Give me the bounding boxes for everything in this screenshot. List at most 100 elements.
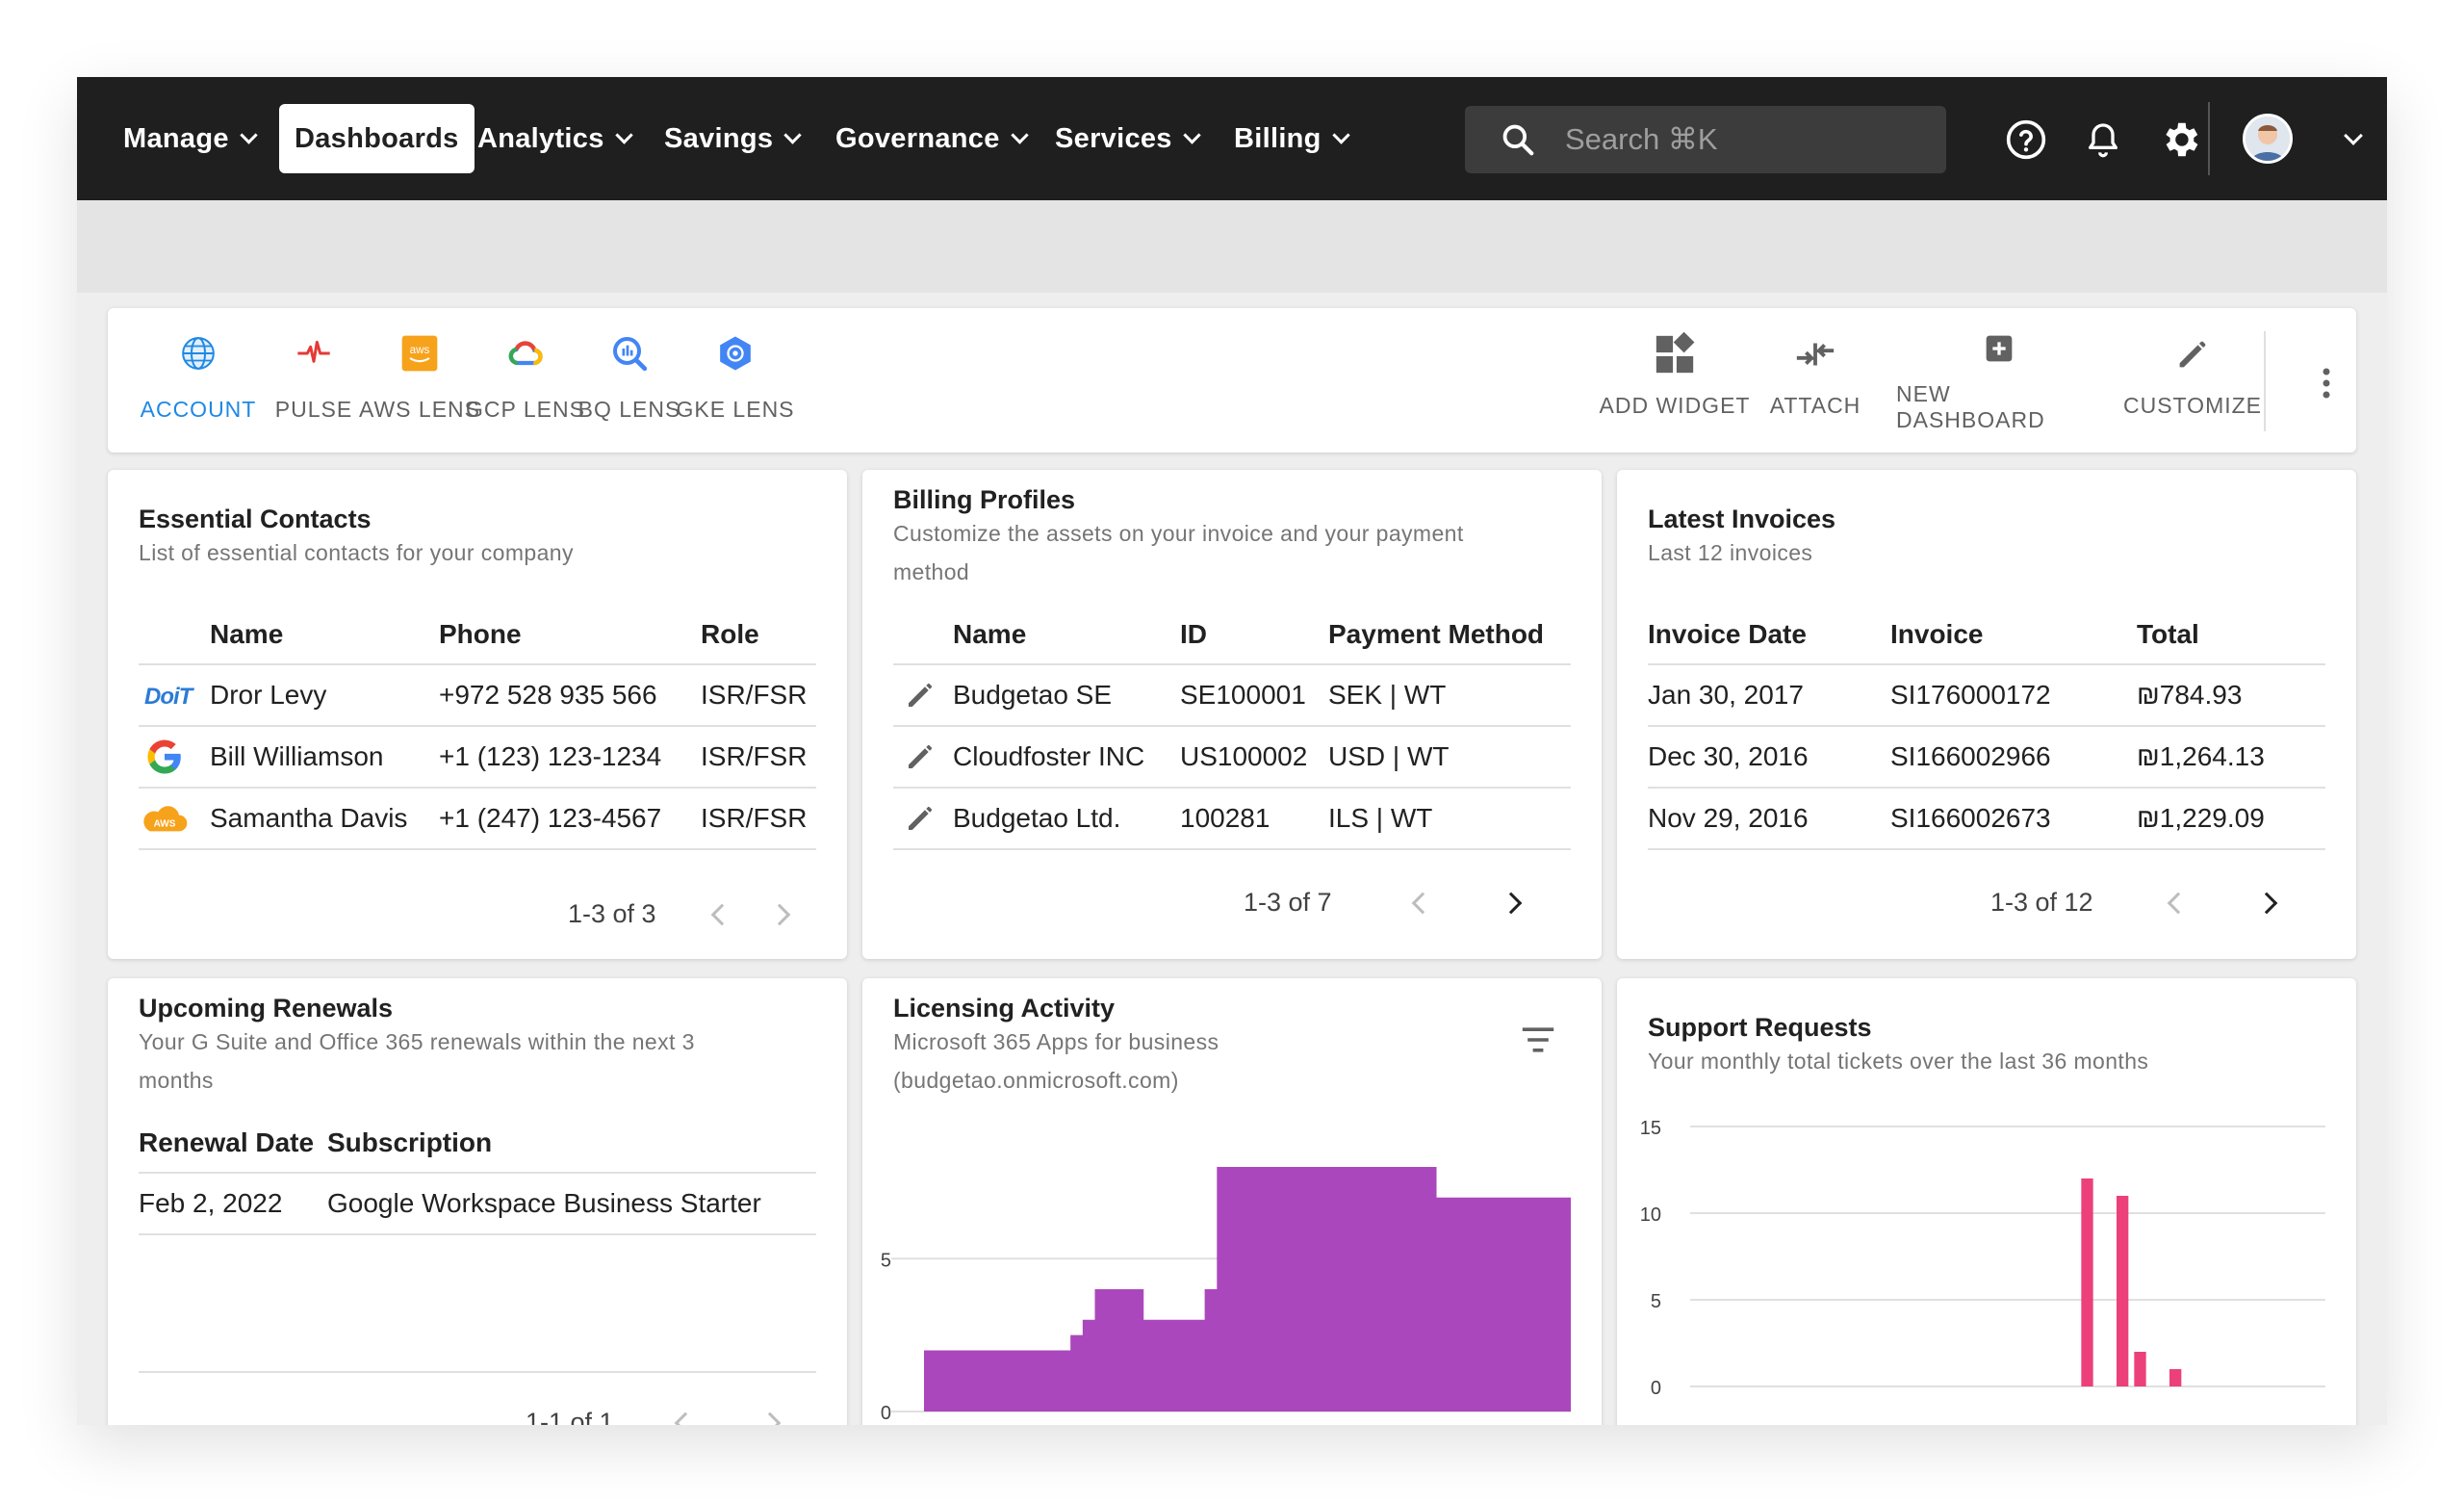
customize-button[interactable]: CUSTOMIZE xyxy=(2123,327,2261,433)
attach-button[interactable]: ATTACH xyxy=(1758,327,1873,433)
renewal-subscription: Google Workspace Business Starter xyxy=(327,1173,816,1235)
invoices-table: Invoice Date Invoice Total Jan 30, 2017 … xyxy=(1648,605,2325,850)
chevron-down-icon[interactable] xyxy=(2329,116,2377,164)
nav-manage[interactable]: Manage xyxy=(123,104,258,173)
chevron-right-icon[interactable] xyxy=(768,903,790,925)
card-subtitle: Customize the assets on your invoice and… xyxy=(893,521,1464,546)
card-subtitle: method xyxy=(893,559,970,584)
invoice-total: ₪1,264.13 xyxy=(2137,726,2325,789)
nav-manage-label: Manage xyxy=(123,122,229,154)
table-row[interactable]: DoiT Dror Levy +972 528 935 566 ISR/FSR xyxy=(139,664,816,727)
add-widget-button[interactable]: ADD WIDGET xyxy=(1598,327,1752,433)
google-icon xyxy=(139,726,210,789)
nav-billing-label: Billing xyxy=(1234,122,1322,154)
aws-cloud-icon: AWS xyxy=(139,788,210,850)
renewal-date: Feb 2, 2022 xyxy=(139,1173,327,1235)
contact-phone: +972 528 935 566 xyxy=(439,664,701,727)
search-input[interactable]: Search ⌘K xyxy=(1465,106,1946,173)
profile-id: SE100001 xyxy=(1180,664,1328,727)
card-title: Essential Contacts xyxy=(139,505,372,533)
card-subtitle: Your G Suite and Office 365 renewals wit… xyxy=(139,1029,695,1054)
table-row[interactable]: Budgetao Ltd. 100281 ILS | WT xyxy=(893,788,1571,850)
table-row[interactable]: Feb 2, 2022 Google Workspace Business St… xyxy=(139,1173,816,1235)
card-subtitle: Microsoft 365 Apps for business xyxy=(893,1029,1219,1054)
support-bar-chart: 0 5 10 15 xyxy=(1640,1118,2325,1399)
tab-gke-lens[interactable]: GKE LENS xyxy=(649,329,822,435)
nav-governance-label: Governance xyxy=(835,122,1000,154)
card-title: Support Requests xyxy=(1648,1013,1872,1042)
invoice-date: Dec 30, 2016 xyxy=(1648,726,1890,789)
card-title: Billing Profiles xyxy=(893,485,1076,514)
column-header: ID xyxy=(1180,605,1328,665)
pagination: 1-3 of 12 xyxy=(1990,888,2277,918)
filter-icon[interactable] xyxy=(1517,1023,1559,1057)
pencil-icon[interactable] xyxy=(903,801,937,836)
invoice-total: ₪784.93 xyxy=(2137,664,2325,727)
gear-icon[interactable] xyxy=(2156,116,2204,164)
chevron-down-icon xyxy=(1183,125,1201,144)
globe-icon xyxy=(179,329,218,377)
table-row[interactable]: Cloudfoster INC US100002 USD | WT xyxy=(893,726,1571,789)
top-navigation-bar: Manage Dashboards Analytics Savings Gove… xyxy=(77,77,2387,200)
card-subtitle: (budgetao.onmicrosoft.com) xyxy=(893,1068,1179,1093)
nav-services[interactable]: Services xyxy=(1055,104,1201,173)
licensing-series-area xyxy=(924,1167,1571,1411)
card-subtitle: Your monthly total tickets over the last… xyxy=(1648,1049,2149,1074)
chevron-left-icon[interactable] xyxy=(710,903,732,925)
chevron-left-icon[interactable] xyxy=(674,1411,696,1425)
table-row[interactable]: AWS Samantha Davis +1 (247) 123-4567 ISR… xyxy=(139,788,816,850)
contact-role: ISR/FSR xyxy=(701,788,816,850)
more-vert-icon[interactable] xyxy=(2312,364,2341,402)
nav-analytics[interactable]: Analytics xyxy=(477,104,633,173)
licensing-area-chart: 05 xyxy=(881,1167,1571,1424)
column-header: Renewal Date xyxy=(139,1113,327,1174)
pencil-icon[interactable] xyxy=(903,678,937,712)
aws-icon: aws xyxy=(400,329,439,377)
header-band xyxy=(77,200,2387,293)
table-row[interactable]: Nov 29, 2016 SI166002673 ₪1,229.09 xyxy=(1648,788,2325,850)
pagination-label: 1-3 of 12 xyxy=(1990,888,2093,917)
card-subtitle: List of essential contacts for your comp… xyxy=(139,540,574,565)
nav-dashboards-label: Dashboards xyxy=(295,122,459,154)
invoice-number: SI166002966 xyxy=(1890,726,2137,789)
chevron-down-icon xyxy=(614,125,633,144)
card-title: Licensing Activity xyxy=(893,994,1116,1023)
licensing-activity-card: Licensing Activity Microsoft 365 Apps fo… xyxy=(862,978,1602,1425)
chevron-right-icon[interactable] xyxy=(758,1411,781,1425)
chevron-down-icon xyxy=(1010,125,1029,144)
nav-savings[interactable]: Savings xyxy=(664,104,803,173)
pagination: 1-3 of 7 xyxy=(1244,888,1522,918)
pagination-label: 1-3 of 7 xyxy=(1244,888,1332,917)
contact-name: Bill Williamson xyxy=(210,726,439,789)
nav-billing[interactable]: Billing xyxy=(1234,104,1350,173)
chevron-right-icon[interactable] xyxy=(1500,892,1522,914)
table-row[interactable]: Bill Williamson +1 (123) 123-1234 ISR/FS… xyxy=(139,726,816,789)
nav-governance[interactable]: Governance xyxy=(835,104,1029,173)
table-row[interactable]: Jan 30, 2017 SI176000172 ₪784.93 xyxy=(1648,664,2325,727)
bell-icon[interactable] xyxy=(2079,116,2127,164)
attach-label: ATTACH xyxy=(1769,393,1861,418)
gcp-icon xyxy=(506,329,545,377)
chevron-right-icon[interactable] xyxy=(2255,892,2277,914)
contact-role: ISR/FSR xyxy=(701,664,816,727)
support-bar xyxy=(2117,1196,2129,1386)
chevron-left-icon[interactable] xyxy=(1411,892,1433,914)
pagination: 1-1 of 1 xyxy=(526,1408,781,1425)
new-dashboard-button[interactable]: NEW DASHBOARD xyxy=(1896,327,2102,433)
chevron-left-icon[interactable] xyxy=(2167,892,2189,914)
nav-dashboards[interactable]: Dashboards xyxy=(279,104,475,173)
pencil-icon[interactable] xyxy=(903,739,937,774)
attach-icon xyxy=(1793,327,1837,381)
renewals-table: Renewal Date Subscription Feb 2, 2022 Go… xyxy=(139,1113,816,1235)
pagination-label: 1-1 of 1 xyxy=(526,1408,614,1425)
chevron-down-icon xyxy=(1332,125,1350,144)
support-bar xyxy=(2081,1178,2093,1386)
billing-profiles-table: Name ID Payment Method Budgetao SE SE100… xyxy=(893,605,1571,850)
contact-role: ISR/FSR xyxy=(701,726,816,789)
nav-savings-label: Savings xyxy=(664,122,774,154)
avatar[interactable] xyxy=(2243,114,2293,164)
table-row[interactable]: Dec 30, 2016 SI166002966 ₪1,264.13 xyxy=(1648,726,2325,789)
table-row[interactable]: Budgetao SE SE100001 SEK | WT xyxy=(893,664,1571,727)
help-icon[interactable] xyxy=(2002,116,2050,164)
nav-analytics-label: Analytics xyxy=(477,122,604,154)
